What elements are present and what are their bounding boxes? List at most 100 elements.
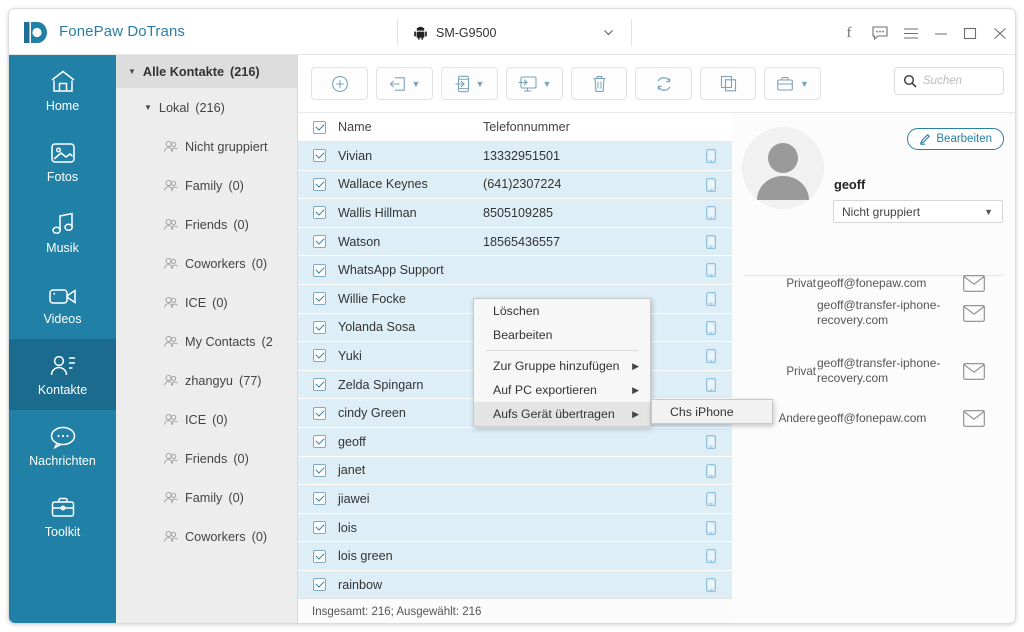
row-checkbox[interactable] [313,349,326,363]
export-to-device-button[interactable]: ▼ [441,67,498,100]
menu-item[interactable]: Löschen [474,299,650,323]
group-item[interactable]: ICE (0) [116,283,297,322]
triangle-right-icon: ▶ [632,384,639,395]
contact-name-cell: jiawei [338,491,370,506]
table-row[interactable]: WhatsApp Support [298,256,732,285]
sidebar-item-nachrichten[interactable]: Nachrichten [9,410,116,481]
row-checkbox[interactable] [313,177,326,191]
tree-node-lokal[interactable]: ▼ Lokal (216) [116,88,297,127]
row-checkbox[interactable] [313,235,326,249]
group-item[interactable]: Family (0) [116,166,297,205]
close-x-icon [994,27,1006,39]
close-button[interactable] [990,23,1010,43]
menu-item[interactable]: Zur Gruppe hinzufügen ▶ [474,354,650,378]
sidebar-item-home[interactable]: Home [9,55,116,126]
sidebar-item-musik[interactable]: Musik [9,197,116,268]
minimize-button[interactable] [931,23,951,43]
sidebar-item-kontakte[interactable]: Kontakte [9,339,116,410]
group-item[interactable]: My Contacts (2 [116,322,297,361]
sidebar-item-videos[interactable]: Videos [9,268,116,339]
row-checkbox[interactable] [313,492,326,506]
contact-phone-cell: 13332951501 [483,148,561,163]
tree-node-alle-kontakte[interactable]: ▼ Alle Kontakte (216) [116,55,297,88]
row-checkbox[interactable] [313,521,326,535]
row-checkbox[interactable] [313,263,326,277]
search-input[interactable] [923,75,995,87]
add-contact-button[interactable] [311,67,368,100]
table-row[interactable]: Wallis Hillman 8505109285 [298,199,732,228]
refresh-button[interactable] [635,67,692,100]
group-person-icon [164,296,178,308]
row-checkbox[interactable] [313,578,326,592]
group-item[interactable]: ICE (0) [116,400,297,439]
row-checkbox[interactable] [313,435,326,449]
group-item[interactable]: zhangyu (77) [116,361,297,400]
facebook-button[interactable]: f [839,23,859,43]
title-bar: FonePaw DoTrans SM-G9500 f [9,9,1015,55]
row-checkbox[interactable] [313,206,326,220]
group-item[interactable]: Family (0) [116,478,297,517]
sidebar-item-fotos[interactable]: Fotos [9,126,116,197]
menu-button[interactable] [901,23,921,43]
row-checkbox[interactable] [313,292,326,306]
select-all-checkbox[interactable] [313,120,326,134]
table-row[interactable]: lois [298,513,732,543]
plus-circle-icon [331,75,348,92]
table-row[interactable]: jiawei [298,485,732,514]
row-checkbox[interactable] [313,149,326,163]
contact-group-select[interactable]: Nicht gruppiert ▼ [833,200,1003,223]
field-label: Privat [786,276,816,290]
contact-name: geoff [834,177,866,192]
table-row[interactable]: rainbow [298,570,732,598]
table-row[interactable]: Wallace Keynes (641)2307224 [298,170,732,200]
envelope-icon[interactable] [963,362,985,380]
maximize-button[interactable] [960,23,980,43]
menu-item[interactable]: Auf PC exportieren ▶ [474,378,650,402]
group-item[interactable]: Coworkers (0) [116,517,297,556]
envelope-icon[interactable] [963,409,985,427]
group-item[interactable]: Friends (0) [116,205,297,244]
phone-device-icon [706,263,716,278]
group-item[interactable]: Coworkers (0) [116,244,297,283]
group-item[interactable]: Friends (0) [116,439,297,478]
table-row[interactable]: janet [298,456,732,486]
table-row[interactable]: Watson 18565436557 [298,227,732,257]
import-button[interactable]: ▼ [376,67,433,100]
group-item[interactable]: Nicht gruppiert [116,127,297,166]
menu-item[interactable]: Bearbeiten [474,323,650,347]
group-item-count: (0) [251,256,268,271]
group-person-icon [164,374,178,386]
duplicate-button[interactable] [700,67,756,100]
group-item-label: Friends [185,451,228,466]
copy-pages-icon [720,75,736,92]
tree-node-count: (216) [195,100,225,115]
edit-contact-button[interactable]: Bearbeiten [907,128,1004,150]
menu-item[interactable]: Aufs Gerät übertragen ▶ [474,402,650,426]
search-box[interactable] [894,67,1004,95]
toolbox-button[interactable]: ▼ [764,67,821,100]
table-row[interactable]: lois green [298,542,732,571]
contact-name-cell: lois green [338,549,393,564]
device-name: SM-G9500 [436,25,497,40]
row-checkbox[interactable] [313,320,326,334]
video-camera-icon [48,281,78,307]
row-checkbox[interactable] [313,406,326,420]
table-row[interactable]: Vivian 13332951501 [298,142,732,171]
row-checkbox[interactable] [313,463,326,477]
menu-item-label: Zur Gruppe hinzufügen [493,359,620,373]
envelope-icon[interactable] [963,304,985,322]
feedback-button[interactable] [870,23,890,43]
contact-name-cell: WhatsApp Support [338,263,444,278]
export-to-pc-button[interactable]: ▼ [506,67,563,100]
sidebar-item-toolkit[interactable]: Toolkit [9,481,116,552]
row-checkbox[interactable] [313,378,326,392]
sidebar-navigation: Home Fotos Musik Videos Kontakte Nachric… [9,55,116,623]
phone-device-icon [706,377,716,392]
envelope-icon[interactable] [963,274,985,292]
row-checkbox[interactable] [313,549,326,563]
table-row[interactable]: geoff [298,427,732,457]
delete-button[interactable] [571,67,627,100]
device-selector[interactable]: SM-G9500 [397,19,632,46]
group-select-value: Nicht gruppiert [842,204,921,219]
contact-person-icon [49,352,77,378]
